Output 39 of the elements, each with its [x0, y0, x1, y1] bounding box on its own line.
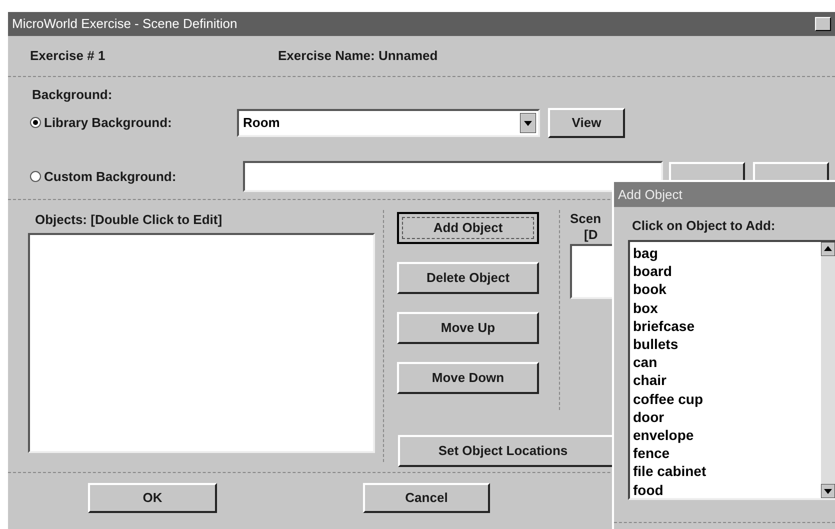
list-label: Click on Object to Add: [632, 218, 776, 233]
list-item[interactable]: file cabinet [633, 462, 821, 481]
scroll-up-icon[interactable] [821, 242, 835, 256]
close-button[interactable] [815, 17, 831, 31]
exercise-name: Exercise Name: Unnamed [278, 47, 438, 66]
ok-button[interactable]: OK [88, 482, 217, 512]
dialog-title: Add Object [618, 186, 682, 204]
radio-button[interactable]: Library Background: [30, 112, 237, 132]
view-button[interactable]: View [548, 108, 625, 138]
action-button[interactable]: Add Object [397, 212, 539, 244]
list-item[interactable]: book [633, 280, 821, 299]
list-item[interactable]: chair [633, 371, 821, 390]
list-item[interactable]: can [633, 353, 821, 372]
list-item[interactable]: food [633, 480, 821, 499]
cancel-button[interactable]: Cancel [363, 482, 490, 512]
list-item[interactable]: box [633, 298, 821, 317]
list-item[interactable]: bullets [633, 335, 821, 354]
list-label: Objects: [Double Click to Edit] [35, 210, 224, 229]
radio-button[interactable]: Custom Background: [30, 166, 243, 186]
exercise-number: Exercise # 1 [30, 47, 106, 66]
dropdown-arrow-icon[interactable] [520, 112, 536, 132]
action-button[interactable]: Move Up [397, 312, 539, 344]
list-item[interactable]: envelope [633, 426, 821, 444]
action-button[interactable]: Move Down [397, 362, 539, 394]
window-title: MicroWorld Exercise - Scene Definition [12, 15, 238, 34]
list-item[interactable]: board [633, 262, 821, 280]
background-dropdown[interactable]: Room [237, 108, 540, 136]
section-label: Background: [32, 87, 112, 102]
list-item[interactable]: briefcase [633, 316, 821, 336]
list-item[interactable]: fence [633, 444, 821, 462]
scrollbar[interactable] [821, 242, 835, 498]
action-button[interactable]: Delete Object [397, 262, 539, 294]
list-item[interactable]: coffee cup [633, 390, 821, 408]
list-item[interactable]: bag [633, 244, 821, 262]
object-list[interactable]: bag board book box briefcase bullets can chair coffee cup door envelope fence file cabinet food [628, 240, 835, 500]
scene-label: [D [584, 226, 599, 242]
scene-label: Scen [570, 210, 602, 226]
list-item[interactable]: door [633, 408, 821, 426]
scroll-down-icon[interactable] [821, 484, 835, 498]
